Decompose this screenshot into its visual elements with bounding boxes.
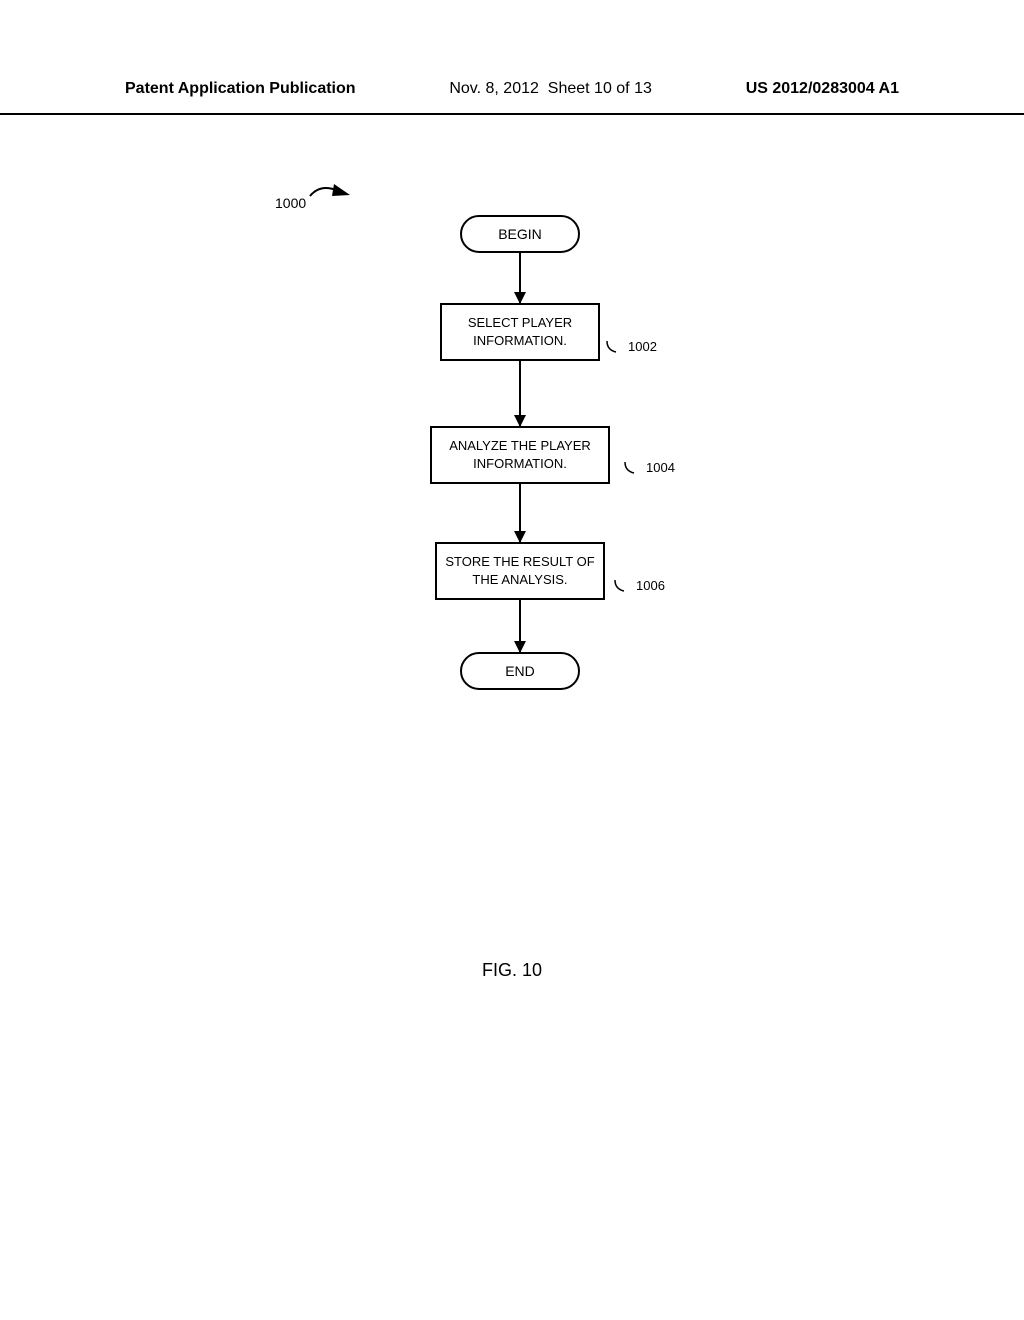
header-publication-type: Patent Application Publication — [125, 80, 356, 98]
ref-label-1000: 1000 — [275, 195, 306, 211]
curve-pointer-icon — [606, 340, 624, 354]
flow-arrow-icon — [519, 484, 522, 542]
flowchart-begin: BEGIN — [460, 215, 580, 253]
step-1006-wrapper: STORE THE RESULT OF THE ANALYSIS. 1006 — [430, 542, 610, 600]
process-step-1002: SELECT PLAYER INFORMATION. — [440, 303, 600, 361]
flowchart: BEGIN SELECT PLAYER INFORMATION. 1002 AN… — [430, 215, 610, 690]
flow-arrow-icon — [519, 253, 522, 303]
ref-label-1006: 1006 — [614, 578, 665, 593]
curved-arrow-icon — [308, 184, 358, 206]
curve-pointer-icon — [614, 579, 632, 593]
flow-arrow-icon — [519, 361, 522, 426]
page-header: Patent Application Publication Nov. 8, 2… — [0, 0, 1024, 115]
process-step-1004: ANALYZE THE PLAYER INFORMATION. — [430, 426, 610, 484]
header-date-sheet: Nov. 8, 2012 Sheet 10 of 13 — [449, 80, 652, 98]
figure-caption: FIG. 10 — [0, 960, 1024, 981]
flowchart-end: END — [460, 652, 580, 690]
header-publication-number: US 2012/0283004 A1 — [746, 80, 899, 98]
ref-label-1002: 1002 — [606, 339, 657, 354]
step-1002-wrapper: SELECT PLAYER INFORMATION. 1002 — [430, 303, 610, 361]
process-step-1006: STORE THE RESULT OF THE ANALYSIS. — [435, 542, 605, 600]
step-1004-wrapper: ANALYZE THE PLAYER INFORMATION. 1004 — [430, 426, 610, 484]
flow-arrow-icon — [519, 600, 522, 652]
curve-pointer-icon — [624, 461, 642, 475]
ref-label-1004: 1004 — [624, 460, 675, 475]
